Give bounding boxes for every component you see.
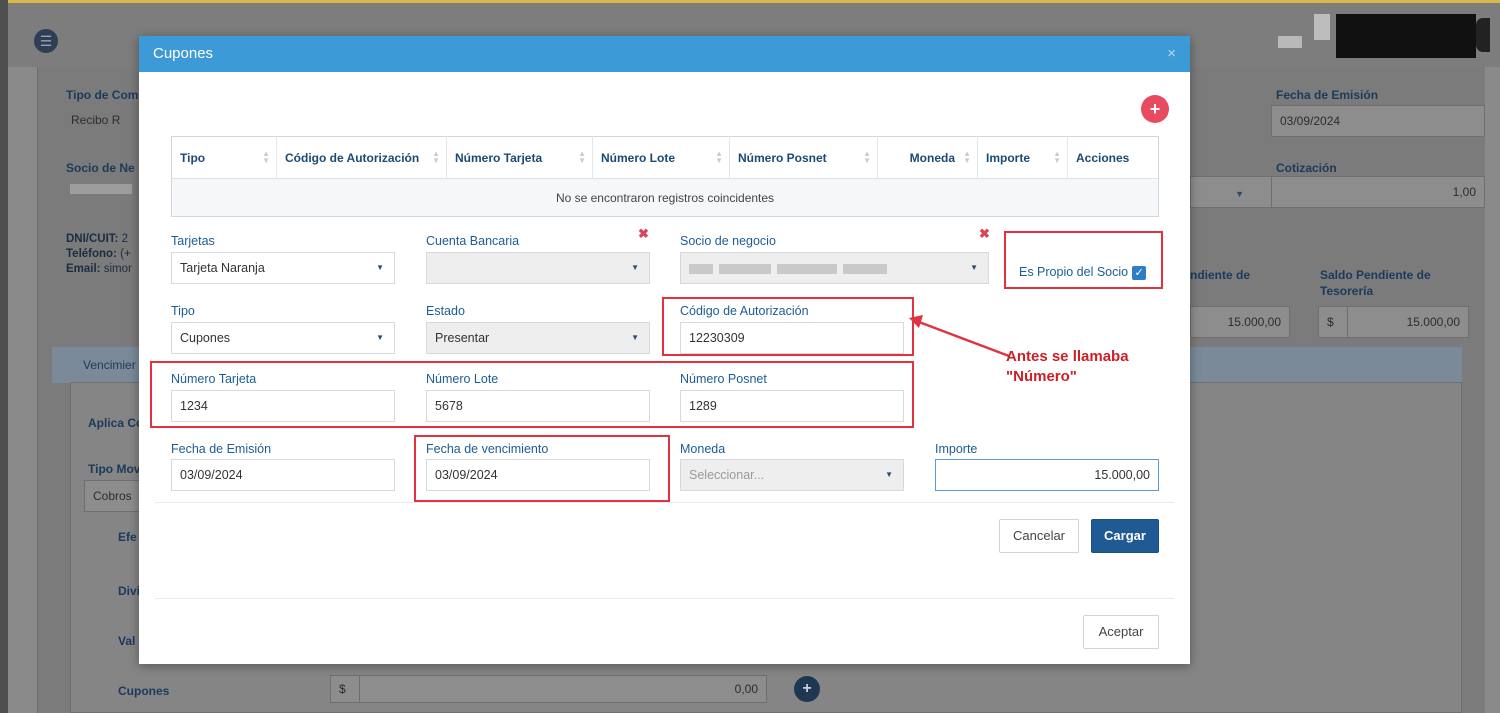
user-avatar-blurred[interactable] <box>1278 14 1490 58</box>
bg-tipo-mov-select[interactable]: Cobros <box>84 480 140 512</box>
bg-tipo-comprobante-value: Recibo R <box>71 113 121 127</box>
fecha-emision-input[interactable]: 03/09/2024 <box>171 459 395 491</box>
bg-dni-value: 2 <box>121 233 128 245</box>
annotation-note: Antes se llamaba "Número" <box>1006 347 1129 387</box>
column-numero-lote[interactable]: Número Lote ▲ ▼ <box>592 136 730 179</box>
moneda-select[interactable]: Seleccionar... ▼ <box>680 459 904 491</box>
chevron-down-icon: ▼ <box>631 333 639 342</box>
tarjetas-select[interactable]: Tarjeta Naranja ▼ <box>171 252 395 284</box>
bg-cotizacion-input[interactable]: 1,00 <box>1271 176 1485 208</box>
socio-negocio-select[interactable]: ▼ <box>680 252 989 284</box>
bg-dni-label: DNI/CUIT: <box>66 233 119 245</box>
table-empty-message: No se encontraron registros coincidentes <box>171 178 1159 217</box>
annotation-note-line2: "Número" <box>1006 368 1077 385</box>
fecha-emision-label: Fecha de Emisión <box>171 442 272 456</box>
bg-saldo-tesoreria-label-1: Saldo Pendiente de <box>1320 268 1431 282</box>
tipo-value: Cupones <box>180 331 231 345</box>
bg-saldo-currency: $ <box>1318 306 1348 338</box>
column-numero-posnet[interactable]: Número Posnet ▲ ▼ <box>729 136 878 179</box>
socio-negocio-blurred-value <box>689 261 893 275</box>
bg-moneda-select[interactable]: ▼ <box>1190 176 1272 208</box>
accept-button[interactable]: Aceptar <box>1083 615 1159 649</box>
estado-value: Presentar <box>435 331 490 345</box>
modal-header: Cupones × <box>139 36 1190 72</box>
estado-select[interactable]: Presentar ▼ <box>426 322 650 354</box>
modal-title: Cupones <box>153 45 214 62</box>
tipo-select[interactable]: Cupones ▼ <box>171 322 395 354</box>
bg-cupones-currency: $ <box>330 675 360 703</box>
tarjetas-value: Tarjeta Naranja <box>180 261 265 275</box>
bg-tipo-mov-label: Tipo Mov <box>88 462 141 476</box>
column-importe[interactable]: Importe ▲ ▼ <box>977 136 1068 179</box>
footer-divider <box>155 598 1174 599</box>
cuenta-bancaria-label: Cuenta Bancaria <box>426 234 520 248</box>
cancel-button[interactable]: Cancelar <box>999 519 1079 553</box>
bg-fecha-emision-input[interactable]: 03/09/2024 <box>1271 105 1485 137</box>
form-divider <box>155 502 1174 503</box>
chevron-down-icon: ▼ <box>631 263 639 272</box>
cupones-table: Tipo ▲ ▼ Código de Autorización ▲ ▼ Número T… <box>171 136 1159 217</box>
bg-pendiente-value: 15.000,00 <box>1190 306 1290 338</box>
importe-input[interactable]: 15.000,00 <box>935 459 1159 491</box>
bg-cotizacion-label: Cotización <box>1276 161 1337 175</box>
add-row-icon[interactable]: + <box>1141 95 1169 123</box>
column-acciones: Acciones <box>1076 150 1130 165</box>
bg-socio-blurred <box>70 184 132 194</box>
bg-aplica-label: Aplica Co <box>88 416 144 430</box>
cuenta-bancaria-select[interactable]: ▼ <box>426 252 650 284</box>
annotation-arrow-icon <box>909 315 1010 358</box>
annotation-note-line1: Antes se llamaba <box>1006 348 1129 365</box>
estado-label: Estado <box>426 304 465 318</box>
bg-tipo-comprobante-label: Tipo de Com <box>66 88 139 102</box>
moneda-label: Moneda <box>680 442 726 456</box>
chevron-down-icon: ▼ <box>376 333 384 342</box>
column-tipo[interactable]: Tipo ▲ ▼ <box>171 136 277 179</box>
bg-efe-label: Efe <box>118 530 137 544</box>
bg-cupones-value: 0,00 <box>359 675 767 703</box>
highlight-fecha-vencimiento <box>414 435 670 502</box>
bg-cupones-label: Cupones <box>118 684 170 698</box>
column-moneda[interactable]: Moneda ▲ ▼ <box>877 136 978 179</box>
left-strip <box>0 0 8 713</box>
bg-fecha-emision-label: Fecha de Emisión <box>1276 88 1379 102</box>
tipo-label: Tipo <box>171 304 195 318</box>
bg-saldo-value: 15.000,00 <box>1347 306 1469 338</box>
menu-icon[interactable]: ☰ <box>34 29 58 53</box>
chevron-down-icon: ▼ <box>885 470 893 479</box>
bg-val-label: Val <box>118 634 136 648</box>
highlight-numero-fields <box>150 361 914 428</box>
bg-saldo-tesoreria-label-2: Tesorería <box>1320 284 1374 298</box>
bg-tab-vencimientos[interactable]: Vencimier <box>83 358 136 372</box>
bg-telefono-label: Teléfono: <box>66 248 117 260</box>
bg-divi-label: Divi <box>118 584 141 598</box>
clear-socio-icon[interactable]: ✖ <box>979 226 990 242</box>
close-icon[interactable]: × <box>1167 45 1176 62</box>
importe-label: Importe <box>935 442 978 456</box>
cargar-button[interactable]: Cargar <box>1091 519 1159 553</box>
tarjetas-label: Tarjetas <box>171 234 215 248</box>
clear-cuenta-icon[interactable]: ✖ <box>638 226 649 242</box>
bg-socio-label: Socio de Ne <box>66 161 135 175</box>
bg-add-cupon-icon[interactable]: + <box>794 676 820 702</box>
bg-contact-info: DNI/CUIT: 2 Teléfono: (+ Email: simor <box>66 232 132 277</box>
column-codigo-autorizacion[interactable]: Código de Autorización ▲ ▼ <box>276 136 447 179</box>
column-numero-tarjeta[interactable]: Número Tarjeta ▲ ▼ <box>446 136 593 179</box>
highlight-es-propio <box>1004 231 1163 289</box>
chevron-down-icon: ▼ <box>970 263 978 272</box>
bg-telefono-value: (+ <box>120 248 131 260</box>
bg-email-value: simor <box>103 263 132 275</box>
socio-negocio-label: Socio de negocio <box>680 234 776 248</box>
bg-pendiente-label: ndiente de <box>1190 268 1251 282</box>
chevron-down-icon: ▼ <box>376 263 384 272</box>
bg-email-label: Email: <box>66 263 101 275</box>
moneda-placeholder: Seleccionar... <box>689 468 765 482</box>
highlight-codigo-autorizacion <box>662 297 914 356</box>
